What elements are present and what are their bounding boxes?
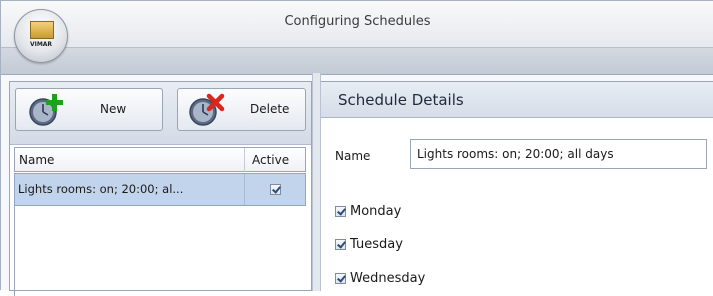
title-bar: Configuring Schedules <box>1 1 713 47</box>
panel-splitter[interactable] <box>312 73 321 291</box>
wednesday-label: Wednesday <box>350 271 426 286</box>
new-button-label: New <box>100 102 127 116</box>
grid-border <box>14 206 15 296</box>
row-schedule-name: Lights rooms: on; 20:00; al... <box>18 182 184 196</box>
schedule-details-panel: Schedule Details Name Lights rooms: on; … <box>321 81 713 292</box>
clock-delete-icon <box>189 93 225 126</box>
tuesday-checkbox[interactable] <box>335 239 346 250</box>
details-header: Schedule Details <box>321 82 713 118</box>
schedule-name-field[interactable]: Lights rooms: on; 20:00; all days <box>410 139 707 169</box>
new-schedule-button[interactable]: New <box>15 88 163 131</box>
name-field-label: Name <box>335 149 371 163</box>
ribbon-strip <box>1 47 713 75</box>
column-header-active[interactable]: Active <box>252 153 289 167</box>
details-title: Schedule Details <box>338 91 464 109</box>
window-title: Configuring Schedules <box>284 14 431 29</box>
column-divider <box>244 174 245 205</box>
monday-checkbox[interactable] <box>335 206 346 217</box>
table-row[interactable]: Lights rooms: on; 20:00; al... <box>14 173 306 206</box>
monday-label: Monday <box>350 204 402 219</box>
vimar-logo-icon <box>30 21 54 39</box>
application-menu-button[interactable]: VIMAR <box>14 9 68 63</box>
row-active-checkbox[interactable] <box>270 184 281 195</box>
column-header-name[interactable]: Name <box>19 153 54 167</box>
clock-add-icon <box>29 94 63 126</box>
wednesday-checkbox[interactable] <box>335 273 346 284</box>
app-window: Configuring Schedules VIMAR New Delete N… <box>0 0 713 296</box>
schedules-list-panel: New Delete Name Active Lights rooms: on; <box>9 81 312 296</box>
app-logo-text: VIMAR <box>29 41 53 48</box>
schedules-grid-header: Name Active <box>14 147 306 172</box>
column-divider <box>244 148 245 172</box>
tuesday-label: Tuesday <box>350 237 403 252</box>
delete-schedule-button[interactable]: Delete <box>177 88 306 131</box>
schedules-toolbar: New Delete <box>10 82 311 145</box>
delete-button-label: Delete <box>250 102 290 116</box>
